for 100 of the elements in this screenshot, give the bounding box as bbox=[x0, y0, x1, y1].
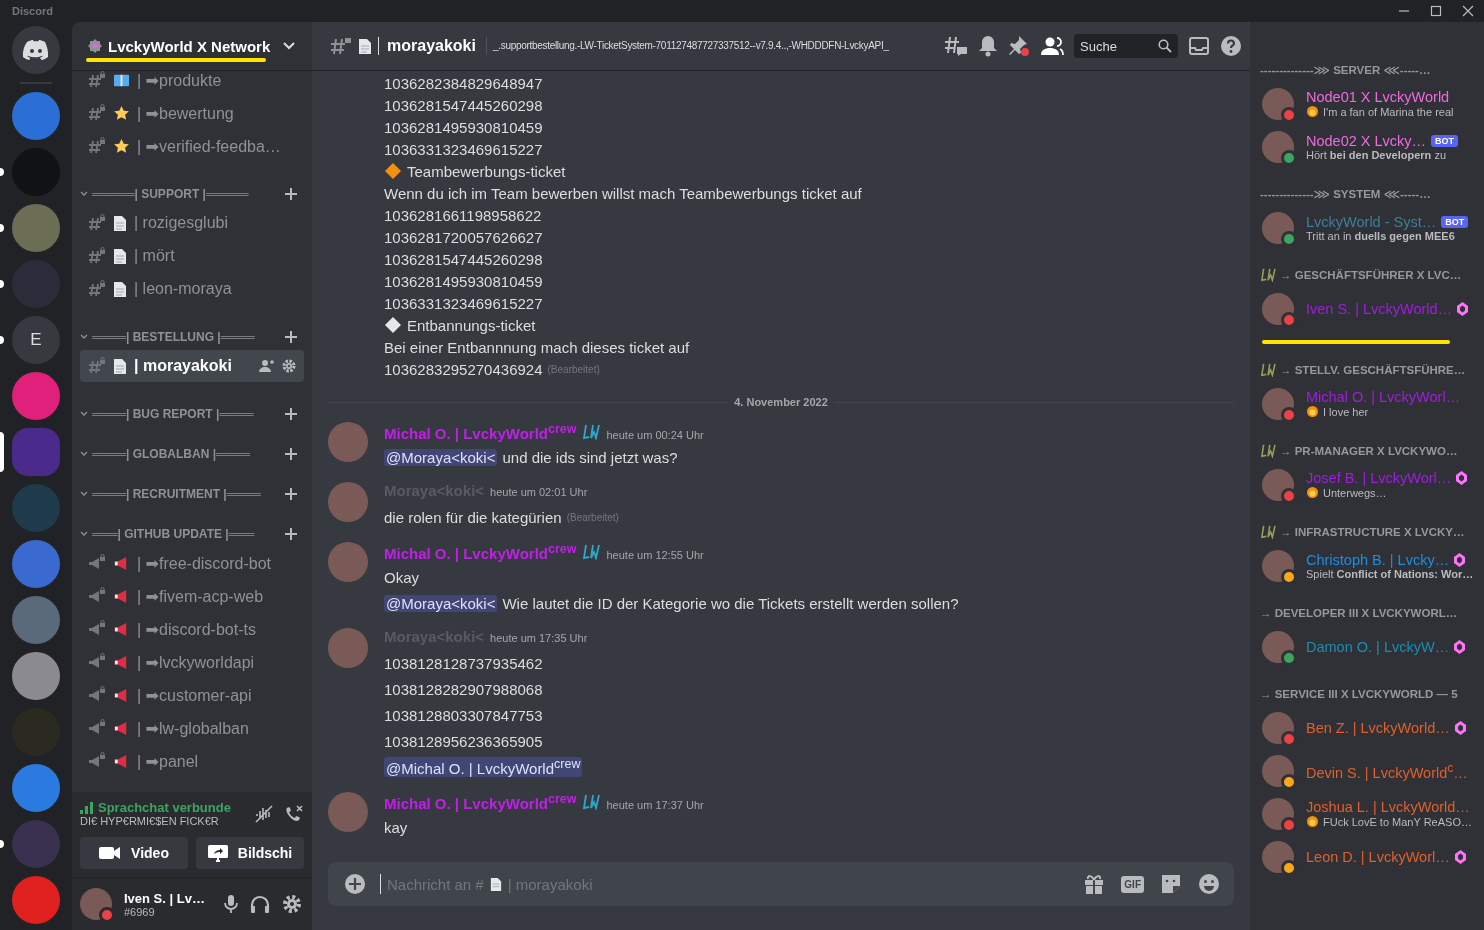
channel-item[interactable]: | ➡lvckyworldapi bbox=[80, 646, 304, 678]
close-icon[interactable] bbox=[1462, 5, 1474, 17]
channel-item[interactable]: | ➡verified-feedba… bbox=[80, 130, 304, 162]
unread-indicator bbox=[0, 336, 4, 344]
headphones-icon[interactable] bbox=[250, 894, 270, 914]
pin-icon[interactable] bbox=[1008, 35, 1030, 57]
member-group-title: → INFRASTRUCTURE X LVCKY… bbox=[1280, 526, 1465, 538]
video-button[interactable]: Video bbox=[80, 837, 188, 869]
server-icon[interactable]: E bbox=[12, 316, 60, 364]
member-item[interactable]: Node02 X Lvcky… BOT Hört bei den Developern zu bbox=[1258, 125, 1476, 168]
channel-item[interactable]: | morayakoki bbox=[80, 350, 304, 382]
microphone-icon[interactable] bbox=[224, 894, 238, 914]
voice-status[interactable]: Sprachchat verbunde bbox=[98, 800, 231, 815]
edited-label: (Bearbeitet) bbox=[566, 511, 619, 523]
channel-item[interactable]: | ➡discord-bot-ts bbox=[80, 613, 304, 645]
channel-item[interactable]: | rozigesglubi bbox=[80, 207, 304, 239]
member-item[interactable]: Josef B. | LvckyWorl… Unterwegs… bbox=[1258, 463, 1476, 506]
channel-item[interactable]: | ➡produkte bbox=[80, 70, 304, 96]
member-item[interactable]: LvckyWorld - Syst… BOT Tritt an in duells gegen MEE6 bbox=[1258, 206, 1476, 249]
search-field[interactable]: Suche bbox=[1074, 34, 1178, 58]
notification-bell-icon[interactable] bbox=[978, 35, 998, 57]
channel-item[interactable]: | ➡bewertung bbox=[80, 97, 304, 129]
add-channel-icon[interactable] bbox=[284, 407, 298, 421]
chevron-down-icon[interactable] bbox=[80, 490, 88, 498]
channel-item[interactable]: | leon-moraya bbox=[80, 273, 304, 305]
category-name[interactable]: ════| GLOBALBAN |════ bbox=[92, 447, 280, 461]
voice-channel-name[interactable]: DI€ HYP€RMI€$EN FICK€R bbox=[80, 815, 244, 827]
add-channel-icon[interactable] bbox=[284, 447, 298, 461]
author-name[interactable]: Michal O. | LvckyWorld$^{crew}$ bbox=[384, 422, 577, 442]
chevron-down-icon[interactable] bbox=[80, 190, 88, 198]
channel-item[interactable]: | ➡lw-globalban bbox=[80, 712, 304, 744]
server-icon[interactable] bbox=[12, 540, 60, 588]
member-item[interactable]: Michal O. | LvckyWorl… I love her bbox=[1258, 382, 1476, 425]
sticker-icon[interactable] bbox=[1160, 873, 1182, 895]
channel-topic[interactable]: _.supportbestellung.-LW-TicketSystem-701127487727337512--v7.9.4..,-WHDDDFN-LvckyAPI_ bbox=[492, 39, 930, 53]
gift-icon[interactable] bbox=[1083, 873, 1106, 895]
channel-item[interactable]: | ➡fivem-acp-web bbox=[80, 580, 304, 612]
inbox-icon[interactable] bbox=[1188, 36, 1210, 56]
member-name: Josef B. | LvckyWorl… bbox=[1306, 470, 1452, 486]
add-attachment-icon[interactable] bbox=[344, 873, 366, 895]
add-channel-icon[interactable] bbox=[284, 527, 298, 541]
member-item[interactable]: Damon O. | LvckyW… bbox=[1258, 625, 1476, 668]
channel-item[interactable]: | ➡panel bbox=[80, 745, 304, 777]
help-icon[interactable] bbox=[1220, 35, 1242, 57]
member-item[interactable]: Iven S. | LvckyWorld… bbox=[1258, 287, 1476, 330]
category-name[interactable]: ════| RECRUITMENT |════ bbox=[92, 487, 280, 501]
user-mention[interactable]: @Moraya<koki< bbox=[384, 594, 498, 612]
add-member-icon[interactable] bbox=[259, 359, 275, 373]
locked-hash-icon bbox=[88, 357, 106, 375]
gif-button[interactable]: GIF bbox=[1121, 875, 1144, 893]
unread-indicator bbox=[0, 840, 4, 848]
author-name[interactable]: Michal O. | LvckyWorld$^{crew}$ bbox=[384, 792, 577, 812]
screen-share-button[interactable]: Bildschi bbox=[196, 837, 304, 869]
author-name[interactable]: Michal O. | LvckyWorld$^{crew}$ bbox=[384, 542, 577, 562]
member-item[interactable]: Christoph B. | Lvcky… Spielt Conflict of Nations: Wor… bbox=[1258, 544, 1476, 587]
add-channel-icon[interactable] bbox=[284, 487, 298, 501]
settings-icon[interactable] bbox=[282, 359, 296, 373]
server-name: LvckyWorld X Network bbox=[108, 37, 272, 55]
server-icon[interactable] bbox=[12, 876, 60, 924]
message-text: 1036281547445260298 bbox=[384, 96, 543, 114]
chevron-down-icon[interactable] bbox=[80, 530, 88, 538]
category-name[interactable]: ═════| SUPPORT |═════ bbox=[92, 187, 280, 201]
user-mention[interactable]: @Moraya<koki< bbox=[384, 448, 498, 466]
star-icon bbox=[113, 104, 130, 122]
chevron-down-icon[interactable] bbox=[80, 333, 88, 341]
category-name[interactable]: ════| BUG REPORT |════ bbox=[92, 407, 280, 421]
member-item[interactable]: Ben Z. | LvckyWorld… bbox=[1258, 706, 1476, 749]
member-item[interactable]: Joshua L. | LvckyWorld… FUck LovE to ManY ReASO… bbox=[1258, 792, 1476, 835]
user-mention[interactable]: @Michal O. | LvckyWorld$^{crew}$ bbox=[384, 757, 583, 777]
category-name[interactable]: ═══| GITHUB UPDATE |═══ bbox=[92, 527, 280, 541]
server-icon[interactable] bbox=[12, 372, 60, 420]
chevron-down-icon[interactable] bbox=[80, 410, 88, 418]
server-icon[interactable] bbox=[12, 596, 60, 644]
channel-item[interactable]: | ➡free-discord-bot bbox=[80, 547, 304, 579]
settings-icon[interactable] bbox=[282, 894, 302, 914]
channel-item[interactable]: | ➡customer-api bbox=[80, 679, 304, 711]
channel-item[interactable]: | mört bbox=[80, 240, 304, 272]
disconnect-icon[interactable] bbox=[284, 804, 304, 823]
locked-hash-icon bbox=[88, 214, 106, 232]
home-button[interactable] bbox=[12, 26, 60, 74]
emoji-icon[interactable] bbox=[1198, 873, 1220, 895]
avatar[interactable] bbox=[80, 888, 112, 920]
chevron-down-icon[interactable] bbox=[80, 450, 88, 458]
member-list-icon[interactable] bbox=[1040, 36, 1064, 56]
threads-icon[interactable] bbox=[944, 35, 968, 57]
server-icon[interactable] bbox=[12, 652, 60, 700]
server-header[interactable]: LvckyWorld X Network bbox=[72, 22, 312, 70]
server-icon[interactable] bbox=[12, 92, 60, 140]
maximize-icon[interactable] bbox=[1430, 5, 1442, 17]
server-icon[interactable] bbox=[12, 764, 60, 812]
noise-suppression-icon[interactable] bbox=[254, 804, 274, 823]
member-item[interactable]: Devin S. | LvckyWorld$^{c}$… bbox=[1258, 749, 1476, 792]
server-icon[interactable] bbox=[12, 204, 60, 252]
camera-icon bbox=[99, 846, 122, 860]
member-item[interactable]: Leon D. | LvckyWorl… bbox=[1258, 835, 1476, 878]
add-channel-icon[interactable] bbox=[284, 330, 298, 344]
member-item[interactable]: Node01 X LvckyWorld I'm a fan of Marina the real bbox=[1258, 82, 1476, 125]
message-text: 1038128803307847753 bbox=[384, 706, 543, 724]
add-channel-icon[interactable] bbox=[284, 187, 298, 201]
category-name[interactable]: ════| BESTELLUNG |════ bbox=[92, 330, 280, 344]
